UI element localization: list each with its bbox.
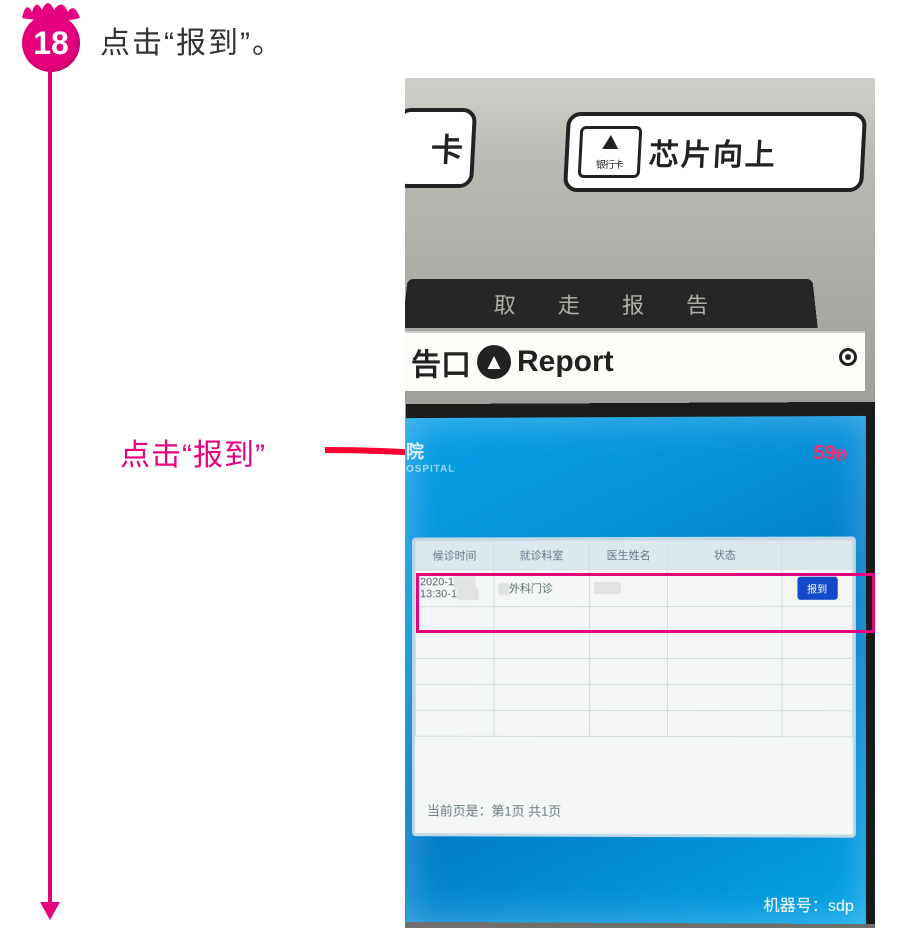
hospital-name: 院 OSPITAL (406, 438, 455, 475)
table-row (416, 632, 853, 658)
kiosk-screen: 院 OSPITAL 59秒 候诊时间 就诊科室 医生姓名 状态 (406, 402, 875, 924)
table-row (416, 684, 853, 710)
appointments-table: 候诊时间 就诊科室 医生姓名 状态 2020-1xxxx 13:30-1xxxx… (415, 539, 853, 737)
table-row (416, 710, 853, 737)
pager-text: 当前页是：第1页 共1页 (427, 800, 561, 819)
cell-time: 2020-1xxxx 13:30-1xxxx (416, 570, 494, 607)
up-arrow-icon: ▲ (477, 345, 511, 379)
report-outlet-bar: 告口 ▲ Report (405, 331, 865, 391)
countdown-timer: 59秒 (813, 442, 848, 465)
col-time: 候诊时间 (416, 541, 494, 570)
cell-status (668, 569, 782, 606)
table-row (416, 658, 853, 684)
table-row (416, 606, 853, 632)
cell-action: 报到 (782, 569, 852, 606)
card-slot-left: 卡 (405, 108, 477, 188)
callout-label: 点击“报到” (120, 430, 266, 474)
receipt-slot: 取 走 报 告 (405, 279, 818, 328)
cell-doctor: xxxxx (589, 569, 668, 606)
card-slot-right: 银行卡 芯片向上 (563, 112, 867, 192)
table-row: 2020-1xxxx 13:30-1xxxx xx外科门诊 xxxxx 报到 (416, 569, 853, 607)
report-label-left: 告口 (405, 340, 471, 384)
table-header: 候诊时间 就诊科室 医生姓名 状态 (416, 540, 853, 570)
card-slot-left-label: 卡 (430, 125, 464, 171)
bankcard-icon: 银行卡 (578, 126, 643, 178)
col-dept: 就诊科室 (494, 541, 590, 570)
step-badge: 18 (18, 8, 82, 72)
machine-id: 机器号：sdp (763, 892, 853, 916)
report-label-right: Report (517, 345, 614, 379)
step-number: 18 (22, 14, 80, 72)
timeline-arrow (48, 70, 52, 910)
kiosk-photo: 卡 银行卡 芯片向上 取 走 报 告 告口 ▲ Report 院 OSPITAL… (405, 78, 875, 928)
card-slot-right-label: 芯片向上 (648, 130, 778, 174)
step-title: 点击“报到”。 (100, 18, 284, 62)
bankcard-icon-text: 银行卡 (596, 156, 624, 171)
col-action (782, 540, 852, 569)
appointments-panel: 候诊时间 就诊科室 医生姓名 状态 2020-1xxxx 13:30-1xxxx… (412, 536, 856, 837)
col-doctor: 医生姓名 (589, 540, 668, 569)
col-status: 状态 (668, 540, 782, 569)
checkin-button[interactable]: 报到 (797, 576, 837, 599)
cell-dept: xx外科门诊 (494, 570, 590, 607)
screw-icon (839, 348, 857, 366)
